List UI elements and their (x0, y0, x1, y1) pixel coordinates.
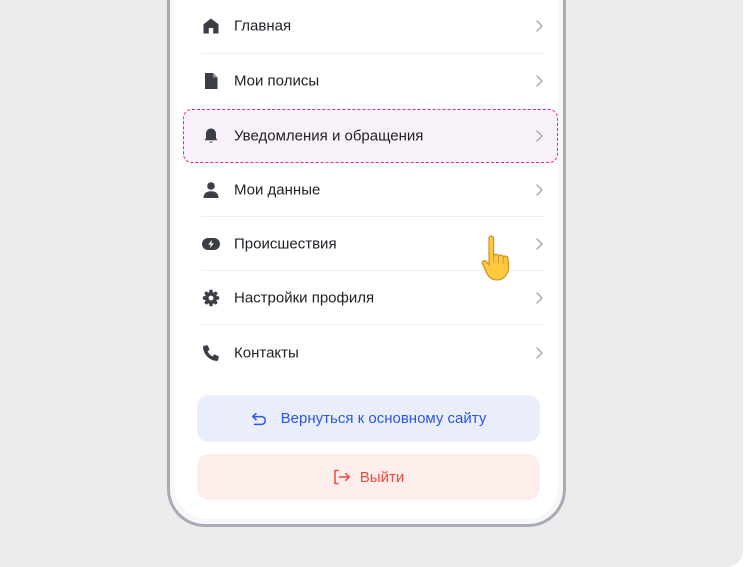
menu-item-label: Мои данные (234, 181, 321, 199)
chevron-right-icon (536, 75, 543, 87)
gear-icon (201, 288, 221, 308)
lightning-icon (201, 234, 221, 254)
chevron-right-icon (536, 292, 543, 304)
menu-item-notifications[interactable]: Уведомления и обращения (201, 109, 544, 163)
chevron-right-icon (536, 20, 543, 32)
menu-item-label: Уведомления и обращения (234, 127, 424, 145)
logout-button[interactable]: Выйти (197, 454, 540, 500)
home-icon (201, 16, 221, 36)
menu-item-my-policies[interactable]: Мои полисы (201, 54, 544, 108)
menu-item-label: Главная (234, 17, 292, 35)
pointing-hand-cursor-icon (481, 235, 510, 281)
back-to-main-site-button[interactable]: Вернуться к основному сайту (197, 395, 540, 442)
page-edge (743, 0, 749, 567)
user-icon (201, 180, 221, 200)
menu-item-home[interactable]: Главная (201, 0, 544, 53)
menu-item-label: Контакты (234, 344, 299, 362)
chevron-right-icon (536, 184, 543, 196)
logout-button-label: Выйти (359, 468, 405, 486)
chevron-right-icon (536, 347, 543, 359)
menu-item-my-data[interactable]: Мои данные (201, 163, 544, 217)
menu-item-label: Происшествия (234, 235, 337, 253)
return-arrow-icon (251, 412, 266, 425)
divider (201, 324, 544, 325)
back-button-label: Вернуться к основному сайту (280, 410, 487, 427)
bell-icon (201, 126, 221, 146)
chevron-right-icon (536, 130, 543, 142)
chevron-right-icon (536, 238, 543, 250)
menu-item-label: Настройки профиля (234, 289, 375, 307)
menu-item-label: Мои полисы (234, 72, 320, 90)
document-icon (201, 71, 221, 91)
logout-icon (334, 469, 350, 485)
page-background: Главная Мои полисы Уведомления и обращен… (0, 0, 743, 567)
phone-icon (201, 343, 221, 363)
menu-item-contacts[interactable]: Контакты (201, 326, 544, 380)
